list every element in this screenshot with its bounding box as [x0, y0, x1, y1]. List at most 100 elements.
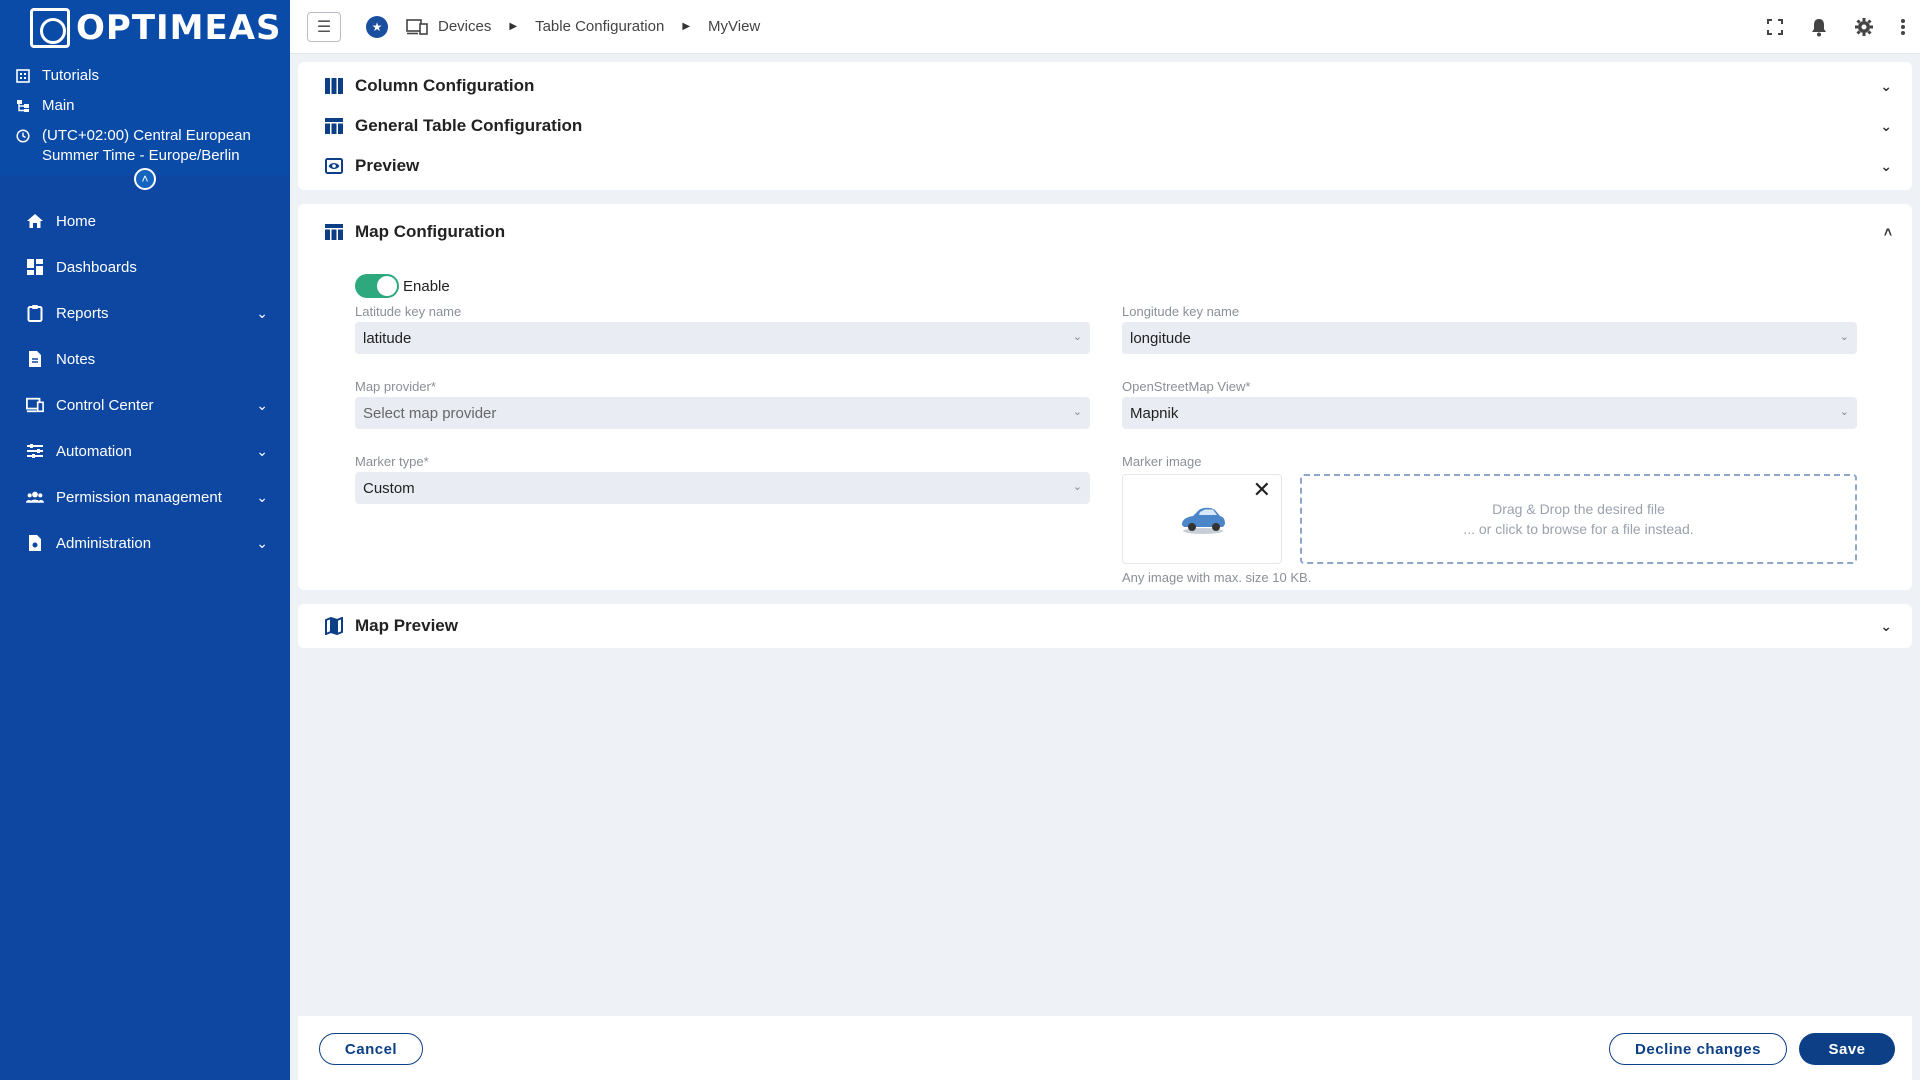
chevron-down-icon: ⌄ [1839, 331, 1849, 343]
clock-icon [16, 129, 30, 143]
chevron-down-icon: ⌄ [1839, 406, 1849, 418]
map-configuration-card: Map Configuration ˄ Enable Latitude key … [298, 204, 1912, 590]
bell-icon[interactable] [1810, 17, 1828, 37]
map-provider-label: Map provider* [355, 379, 436, 394]
marker-type-select[interactable]: Custom ⌄ [355, 472, 1090, 504]
settings-gear-icon[interactable] [1854, 17, 1874, 37]
panel-map-configuration[interactable]: Map Configuration ˄ [298, 204, 1912, 260]
nav-item-label: Reports [56, 304, 109, 322]
hierarchy-icon [17, 100, 29, 112]
nav-item-notes[interactable]: Notes [0, 336, 290, 382]
sliders-icon [26, 442, 44, 460]
logo-text: OPTIMEAS [76, 8, 282, 48]
sidebar-header: OPTIMEAS Tutorials Main (UTC+02:00) Cent… [0, 0, 290, 190]
osm-view-label: OpenStreetMap View* [1122, 379, 1251, 394]
nav-item-dashboards[interactable]: Dashboards [0, 244, 290, 290]
enable-toggle[interactable] [355, 274, 399, 298]
chevron-down-icon: ⌄ [1072, 406, 1082, 418]
menu-toggle-button[interactable]: ☰ [307, 11, 341, 42]
longitude-label: Longitude key name [1122, 304, 1240, 319]
chevron-down-icon: ⌄ [1880, 77, 1892, 94]
more-vertical-icon[interactable] [1900, 18, 1906, 36]
main-nav: Home Dashboards Reports ⌄ Notes Control … [0, 198, 290, 566]
context-tutorials[interactable]: Tutorials [16, 66, 281, 86]
nav-item-label: Notes [56, 350, 96, 368]
devices-icon [26, 396, 44, 414]
caret-right-icon: ▶ [682, 21, 691, 32]
nav-item-label: Administration [56, 534, 152, 552]
breadcrumb-devices[interactable]: Devices [438, 18, 491, 35]
map-provider-select[interactable]: Select map provider ⌄ [355, 397, 1090, 429]
save-button[interactable]: Save [1799, 1033, 1895, 1065]
dropzone-line2: ... or click to browse for a file instea… [1463, 521, 1694, 537]
context-main[interactable]: Main [16, 96, 281, 116]
longitude-field: Longitude key name longitude ⌄ [1122, 304, 1857, 354]
context-main-label: Main [42, 97, 75, 114]
nav-item-administration[interactable]: Administration ⌄ [0, 520, 290, 566]
chevron-down-icon: ⌄ [256, 442, 268, 459]
map-icon [325, 617, 343, 635]
chevron-down-icon: ⌄ [1880, 617, 1892, 634]
panel-title: Column Configuration [355, 76, 535, 95]
panel-preview[interactable]: Preview ⌄ [298, 146, 1912, 186]
breadcrumb-table-configuration[interactable]: Table Configuration [535, 18, 664, 35]
panel-map-preview[interactable]: Map Preview ⌄ [298, 606, 1912, 646]
latitude-select[interactable]: latitude ⌄ [355, 322, 1090, 354]
topbar: ☰ ★ Devices ▶ Table Configuration ▶ MyVi… [290, 0, 1920, 54]
panel-title: Preview [355, 156, 420, 175]
devices-icon [406, 18, 428, 35]
cancel-button[interactable]: Cancel [319, 1033, 423, 1065]
osm-view-select[interactable]: Mapnik ⌄ [1122, 397, 1857, 429]
chevron-down-icon: ⌄ [1880, 157, 1892, 174]
panel-title: General Table Configuration [355, 116, 583, 135]
chevron-down-icon: ⌄ [1880, 117, 1892, 134]
marker-type-label: Marker type* [355, 454, 429, 469]
nav-item-automation[interactable]: Automation ⌄ [0, 428, 290, 474]
chevron-down-icon: ⌄ [1072, 481, 1082, 493]
nav-item-control-center[interactable]: Control Center ⌄ [0, 382, 290, 428]
chevron-down-icon: ⌄ [256, 396, 268, 413]
remove-image-close-icon[interactable]: ✕ [1253, 479, 1271, 501]
chevron-down-icon: ⌄ [256, 304, 268, 321]
marker-type-field: Marker type* Custom ⌄ [355, 454, 1090, 504]
osm-view-value: Mapnik [1130, 404, 1179, 422]
map-configuration-body: Enable Latitude key name latitude ⌄ Long… [298, 260, 1912, 590]
file-dropzone[interactable]: Drag & Drop the desired file ... or clic… [1300, 474, 1857, 564]
osm-view-field: OpenStreetMap View* Mapnik ⌄ [1122, 379, 1857, 429]
context-timezone[interactable]: (UTC+02:00) Central European Summer Time… [16, 126, 281, 166]
longitude-select[interactable]: longitude ⌄ [1122, 322, 1857, 354]
enable-toggle-row: Enable [355, 274, 1857, 298]
latitude-value: latitude [363, 329, 412, 347]
decline-changes-button[interactable]: Decline changes [1609, 1033, 1787, 1065]
logo[interactable]: OPTIMEAS [30, 8, 282, 48]
favorite-star-icon[interactable]: ★ [366, 15, 388, 38]
admin-document-icon [26, 534, 44, 552]
nav-item-home[interactable]: Home [0, 198, 290, 244]
marker-image-label: Marker image [1122, 454, 1202, 469]
table-icon [325, 118, 343, 134]
bottom-action-bar: Cancel Decline changes Save [298, 1016, 1912, 1080]
table-icon [325, 224, 343, 240]
fullscreen-icon[interactable] [1766, 18, 1784, 36]
panel-column-configuration[interactable]: Column Configuration ⌄ [298, 66, 1912, 106]
sidebar: OPTIMEAS Tutorials Main (UTC+02:00) Cent… [0, 0, 290, 1080]
main-content: Column Configuration ⌄ General Table Con… [298, 62, 1912, 662]
nav-item-label: Home [56, 212, 97, 230]
config-panels-card: Column Configuration ⌄ General Table Con… [298, 62, 1912, 190]
caret-right-icon: ▶ [509, 21, 518, 32]
clipboard-icon [26, 304, 44, 322]
nav-item-label: Control Center [56, 396, 154, 414]
marker-image-field: Marker image ✕ Drag & Drop the desired f… [1122, 454, 1857, 585]
context-list: Tutorials Main (UTC+02:00) Central Europ… [16, 66, 281, 176]
dashboard-icon [26, 258, 44, 276]
enable-label: Enable [403, 277, 450, 295]
panel-general-table-configuration[interactable]: General Table Configuration ⌄ [298, 106, 1912, 146]
nav-item-reports[interactable]: Reports ⌄ [0, 290, 290, 336]
collapse-context-button[interactable]: ˄ [134, 168, 156, 190]
nav-item-label: Automation [56, 442, 132, 460]
panel-title: Map Preview [355, 616, 458, 635]
preview-eye-icon [325, 158, 343, 174]
nav-item-permission-management[interactable]: Permission management ⌄ [0, 474, 290, 520]
home-icon [26, 212, 44, 230]
breadcrumb: Devices ▶ Table Configuration ▶ MyView [388, 18, 760, 35]
